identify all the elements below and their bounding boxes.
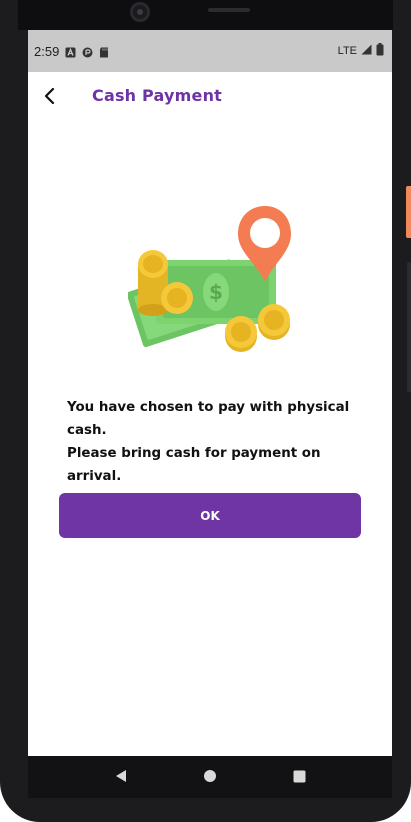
earpiece-speaker [208, 8, 250, 12]
app-bar: Cash Payment [28, 72, 392, 124]
coin-right [258, 304, 290, 340]
sd-card-icon [99, 46, 110, 57]
power-button [406, 186, 411, 238]
status-right: LTE [338, 43, 384, 59]
top-bezel [18, 0, 393, 30]
back-button[interactable] [36, 84, 64, 112]
signal-icon [361, 44, 372, 58]
page-title: Cash Payment [92, 86, 223, 105]
svg-text:$: $ [209, 280, 223, 304]
network-type: LTE [337, 45, 357, 57]
cash-location-illustration: $ [126, 202, 298, 362]
square-recents-icon [293, 768, 306, 787]
circle-home-icon [203, 768, 217, 787]
message-line-1: You have chosen to pay with physical cas… [67, 400, 350, 438]
notification-circle-icon [82, 46, 93, 57]
coin-center [161, 282, 193, 314]
phone-frame: 2:59 LTE Cash Payment $ You have chosen … [0, 0, 411, 822]
status-time: 2:59 [34, 43, 60, 59]
coin-bottom [225, 316, 257, 352]
nav-back-button[interactable] [109, 765, 133, 789]
status-left: 2:59 [34, 44, 110, 59]
status-bar: 2:59 LTE [28, 30, 392, 72]
battery-icon [376, 43, 384, 59]
arrow-left-icon [40, 86, 60, 110]
triangle-back-icon [114, 768, 128, 787]
nav-home-button[interactable] [198, 765, 222, 789]
ok-button[interactable]: OK [59, 493, 361, 538]
notification-a-icon [65, 46, 76, 57]
front-camera [130, 2, 150, 22]
nav-recents-button[interactable] [287, 765, 311, 789]
volume-button [407, 262, 411, 392]
app-screen: 2:59 LTE Cash Payment $ You have chosen … [28, 30, 392, 756]
system-nav-bar [28, 756, 392, 798]
message-line-2: Please bring cash for payment on arrival… [67, 446, 321, 484]
